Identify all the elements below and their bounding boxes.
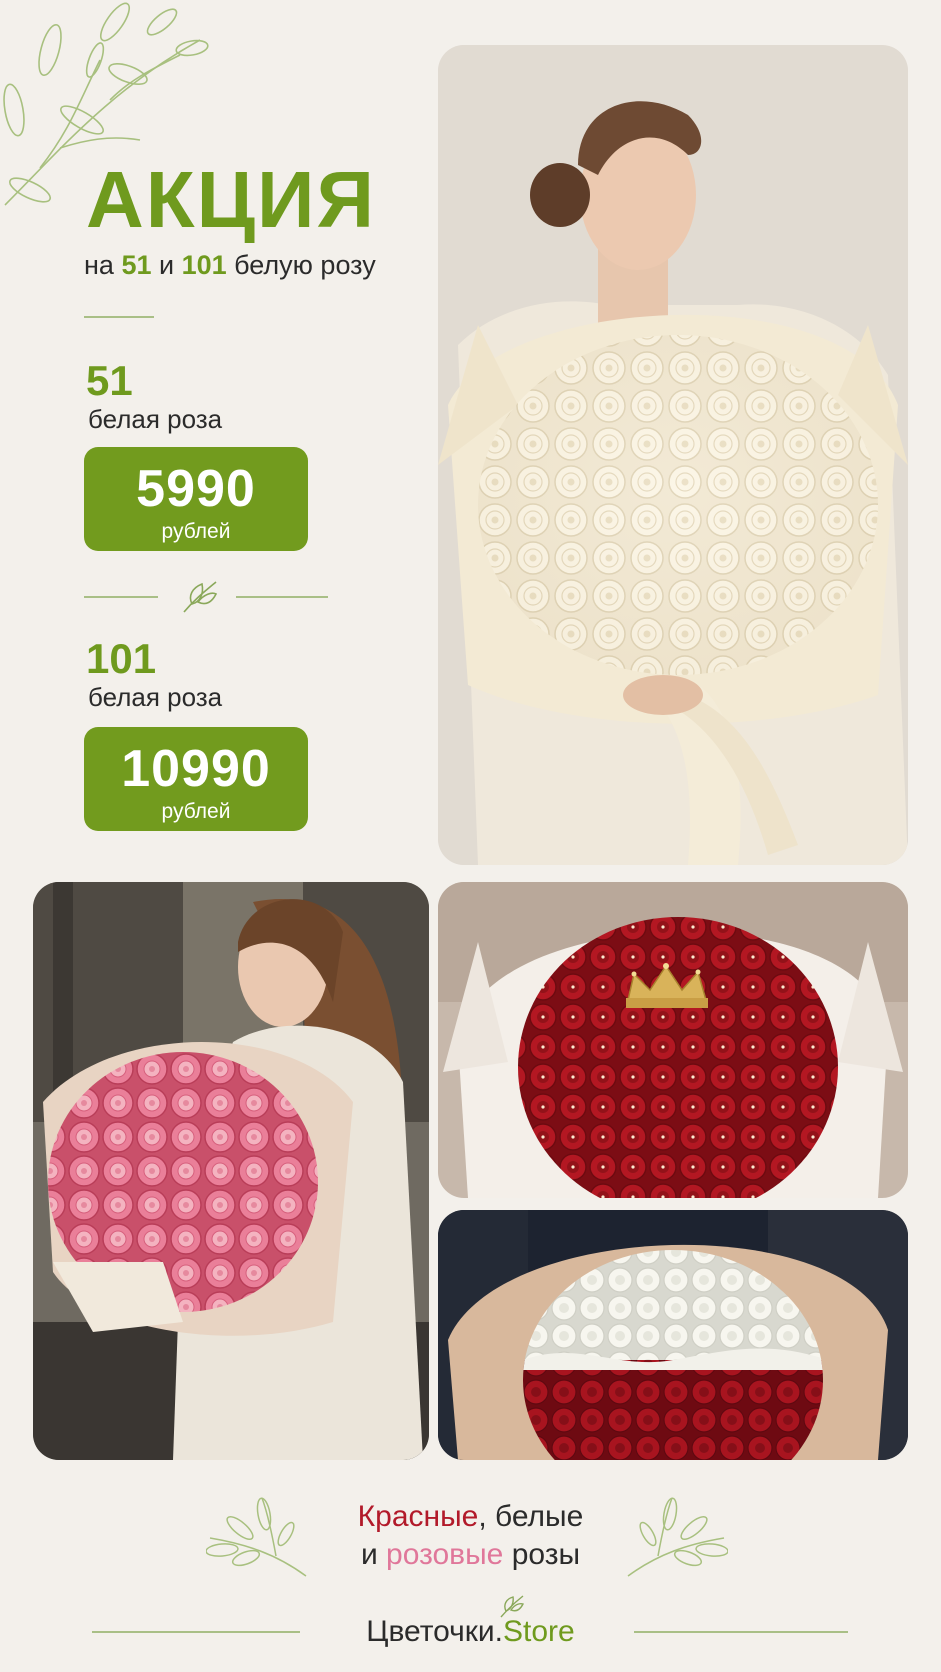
photo-red-roses: [438, 882, 908, 1198]
brand-name: Цветочки.: [366, 1615, 504, 1648]
caption: Красные, белые и розовые розы: [0, 1498, 941, 1574]
promo-page: АКЦИЯ на 51 и 101 белую розу 51 белая ро…: [0, 0, 941, 1672]
leaf-divider: [84, 578, 328, 618]
brand-logo: Цветочки.Store: [0, 1595, 941, 1648]
price-amount: 10990: [121, 740, 271, 798]
offer-count: 101: [86, 635, 157, 682]
promo-subtitle: на 51 и 101 белую розу: [84, 250, 376, 280]
photo-red-white-roses: [438, 1210, 908, 1460]
leaf-icon: [180, 578, 220, 621]
price-currency: рублей: [161, 800, 231, 823]
leaf-icon: [498, 1593, 526, 1625]
price-badge: 10990 рублей: [84, 727, 308, 831]
price-currency: рублей: [161, 520, 231, 543]
offer-count: 51: [86, 357, 133, 404]
offer-label: белая роза: [88, 682, 223, 712]
price-amount: 5990: [136, 460, 256, 518]
offer-label: белая роза: [88, 404, 223, 434]
promo-title: АКЦИЯ: [86, 155, 377, 244]
caption-line-2: и розовые розы: [360, 1538, 581, 1571]
price-badge: 5990 рублей: [84, 447, 308, 551]
caption-line-1: Красные, белые: [357, 1500, 584, 1533]
divider: [84, 316, 154, 318]
photo-white-roses: [438, 45, 908, 865]
photo-pink-roses: [33, 882, 429, 1460]
